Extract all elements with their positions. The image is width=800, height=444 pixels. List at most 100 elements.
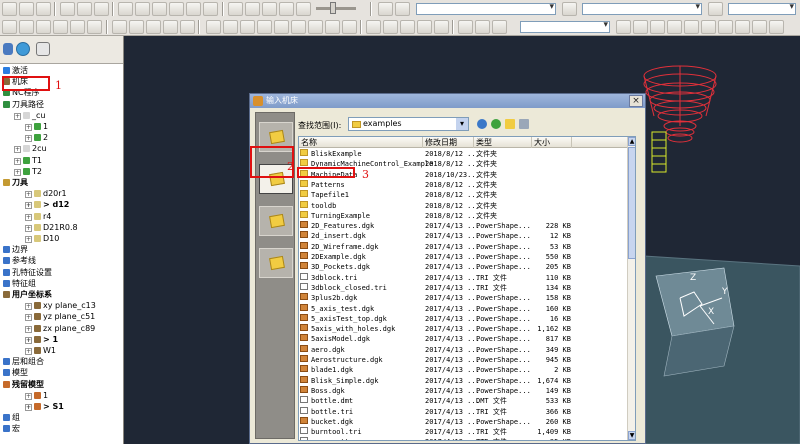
file-row[interactable]: aero.dgk 2017/4/13 ... PowerShape... 349 KB: [299, 344, 629, 355]
toolbar-combo-4[interactable]: [520, 20, 610, 33]
tree-item[interactable]: +1: [25, 122, 48, 132]
save-icon[interactable]: [36, 2, 51, 16]
color-icon[interactable]: [718, 20, 733, 34]
curve-icon[interactable]: [434, 20, 449, 34]
expand-icon[interactable]: +: [25, 314, 32, 322]
column-date[interactable]: 修改日期: [423, 137, 474, 148]
tree-item[interactable]: + d20r1: [25, 189, 67, 199]
expand-icon[interactable]: +: [14, 146, 21, 154]
expand-icon[interactable]: +: [25, 325, 32, 333]
file-row[interactable]: 5_axis_test.dgk 2017/4/13 ... PowerShape..…: [299, 303, 629, 314]
file-row[interactable]: Patterns 2018/8/12 ... 文件夹: [299, 179, 629, 190]
view-front-icon[interactable]: [152, 2, 167, 16]
block-icon[interactable]: [2, 20, 17, 34]
file-row[interactable]: 3D_Pockets.dgk 2017/4/13 ... PowerShape...…: [299, 262, 629, 272]
grid-icon[interactable]: [650, 20, 665, 34]
tree-item[interactable]: +2: [25, 133, 48, 143]
tree-item[interactable]: 组: [3, 413, 20, 423]
file-row[interactable]: 2DExample.dgk 2017/4/13 ... PowerShape... 5…: [299, 252, 629, 262]
toolbar-combo-1[interactable]: [416, 2, 556, 15]
file-row[interactable]: 2D_Features.dgk 2017/4/13 ... PowerShape..…: [299, 221, 629, 231]
tree-item[interactable]: + T2: [14, 167, 42, 177]
file-row[interactable]: 5_axisTest_top.dgk 2017/4/13 ... PowerShap…: [299, 313, 629, 324]
place-computer[interactable]: [259, 248, 293, 278]
chevron-down-icon[interactable]: ▾: [456, 118, 468, 130]
redo-icon[interactable]: [77, 2, 92, 16]
machine-icon[interactable]: [257, 20, 272, 34]
expand-icon[interactable]: +: [14, 168, 21, 176]
tree-item[interactable]: + r4: [25, 212, 51, 222]
expand-icon[interactable]: +: [14, 112, 21, 120]
file-row[interactable]: 2D_Wireframe.dgk 2017/4/13 ... PowerShape.…: [299, 241, 629, 252]
tab-toolpath-icon[interactable]: [36, 42, 50, 56]
setup-sheet-icon[interactable]: [308, 20, 323, 34]
wireframe-icon[interactable]: [245, 2, 260, 16]
workplane-icon[interactable]: [163, 20, 178, 34]
measure-icon[interactable]: [325, 20, 340, 34]
tree-item[interactable]: + _cu: [14, 111, 45, 121]
file-row[interactable]: Blisk_Simple.dgk 2017/4/13 ... PowerShape.…: [299, 375, 629, 386]
model-icon[interactable]: [383, 20, 398, 34]
tree-item[interactable]: 残留模型: [3, 380, 44, 390]
level-icon[interactable]: [180, 20, 195, 34]
help-icon[interactable]: [633, 20, 648, 34]
place-documents[interactable]: [259, 206, 293, 236]
expand-icon[interactable]: +: [25, 236, 32, 243]
surface-icon[interactable]: [417, 20, 432, 34]
stock-model-icon[interactable]: [146, 20, 161, 34]
leads-links-icon[interactable]: [36, 20, 51, 34]
zoom-icon[interactable]: [186, 2, 201, 16]
toolpath-icon[interactable]: [395, 2, 410, 16]
simulate-icon[interactable]: [279, 2, 294, 16]
tree-item[interactable]: 激活: [3, 66, 28, 76]
file-row[interactable]: 5axisModel.dgk 2017/4/13 ... PowerShape...…: [299, 334, 629, 344]
expand-icon[interactable]: +: [25, 303, 32, 311]
view-menu-icon[interactable]: [519, 119, 529, 129]
expand-icon[interactable]: +: [25, 191, 32, 199]
sim-stop-icon[interactable]: [492, 20, 507, 34]
slider-thumb[interactable]: [330, 2, 336, 14]
view-side-icon[interactable]: [169, 2, 184, 16]
tree-item[interactable]: + D10: [25, 234, 59, 244]
tree-item[interactable]: 刀具: [3, 178, 28, 188]
speed-slider[interactable]: [316, 2, 356, 14]
feature-icon[interactable]: [562, 2, 577, 16]
file-row[interactable]: Boss.dgk 2017/4/13 ... PowerShape... 149 KB: [299, 385, 629, 396]
import-icon[interactable]: [769, 20, 784, 34]
file-row[interactable]: bucket.dgk 2017/4/13 ... PowerShape... 260 …: [299, 416, 629, 427]
lights-icon[interactable]: [701, 20, 716, 34]
tool-icon[interactable]: [378, 2, 393, 16]
select-icon[interactable]: [94, 2, 109, 16]
expand-icon[interactable]: +: [25, 392, 32, 400]
expand-icon[interactable]: +: [25, 224, 32, 232]
file-row[interactable]: Tapefile1 2018/8/12 ... 文件夹: [299, 190, 629, 200]
tree-item[interactable]: + T1: [14, 156, 42, 166]
vertical-scrollbar[interactable]: ▲ ▼: [627, 137, 635, 440]
file-row[interactable]: bottle.dmt 2017/4/13 ... DMT 文件 533 KB: [299, 396, 629, 406]
feed-rate-icon[interactable]: [87, 20, 102, 34]
hole-icon[interactable]: [400, 20, 415, 34]
render-icon[interactable]: [262, 2, 277, 16]
new-folder-icon[interactable]: [505, 119, 515, 129]
tree-item[interactable]: + W1: [25, 346, 56, 356]
macro-icon[interactable]: [708, 2, 723, 16]
verify-icon[interactable]: [206, 20, 221, 34]
file-row[interactable]: TurningExample 2018/8/12 ... 文件夹: [299, 210, 629, 221]
start-point-icon[interactable]: [53, 20, 68, 34]
gouge-icon[interactable]: [240, 20, 255, 34]
column-name[interactable]: 名称: [299, 137, 423, 148]
file-row[interactable]: tooldb 2018/8/12 ... 文件夹: [299, 200, 629, 211]
expand-icon[interactable]: +: [25, 213, 32, 221]
file-row[interactable]: bottle.tri 2017/4/13 ... TRI 文件 366 KB: [299, 406, 629, 417]
expand-icon[interactable]: +: [25, 124, 32, 131]
tree-item[interactable]: + zx plane_c89: [25, 324, 95, 334]
tree-item[interactable]: + > 1: [25, 335, 58, 345]
globe-icon[interactable]: [16, 42, 30, 56]
layer-icon[interactable]: [366, 20, 381, 34]
tree-item[interactable]: + D21R0.8: [25, 223, 78, 233]
file-row[interactable]: 3plus2b.dgk 2017/4/13 ... PowerShape... 158…: [299, 293, 629, 303]
undo-icon[interactable]: [60, 2, 75, 16]
tree-item[interactable]: + > S1: [25, 402, 64, 412]
pattern-icon[interactable]: [129, 20, 144, 34]
tree-item[interactable]: + yz plane_c51: [25, 312, 95, 322]
